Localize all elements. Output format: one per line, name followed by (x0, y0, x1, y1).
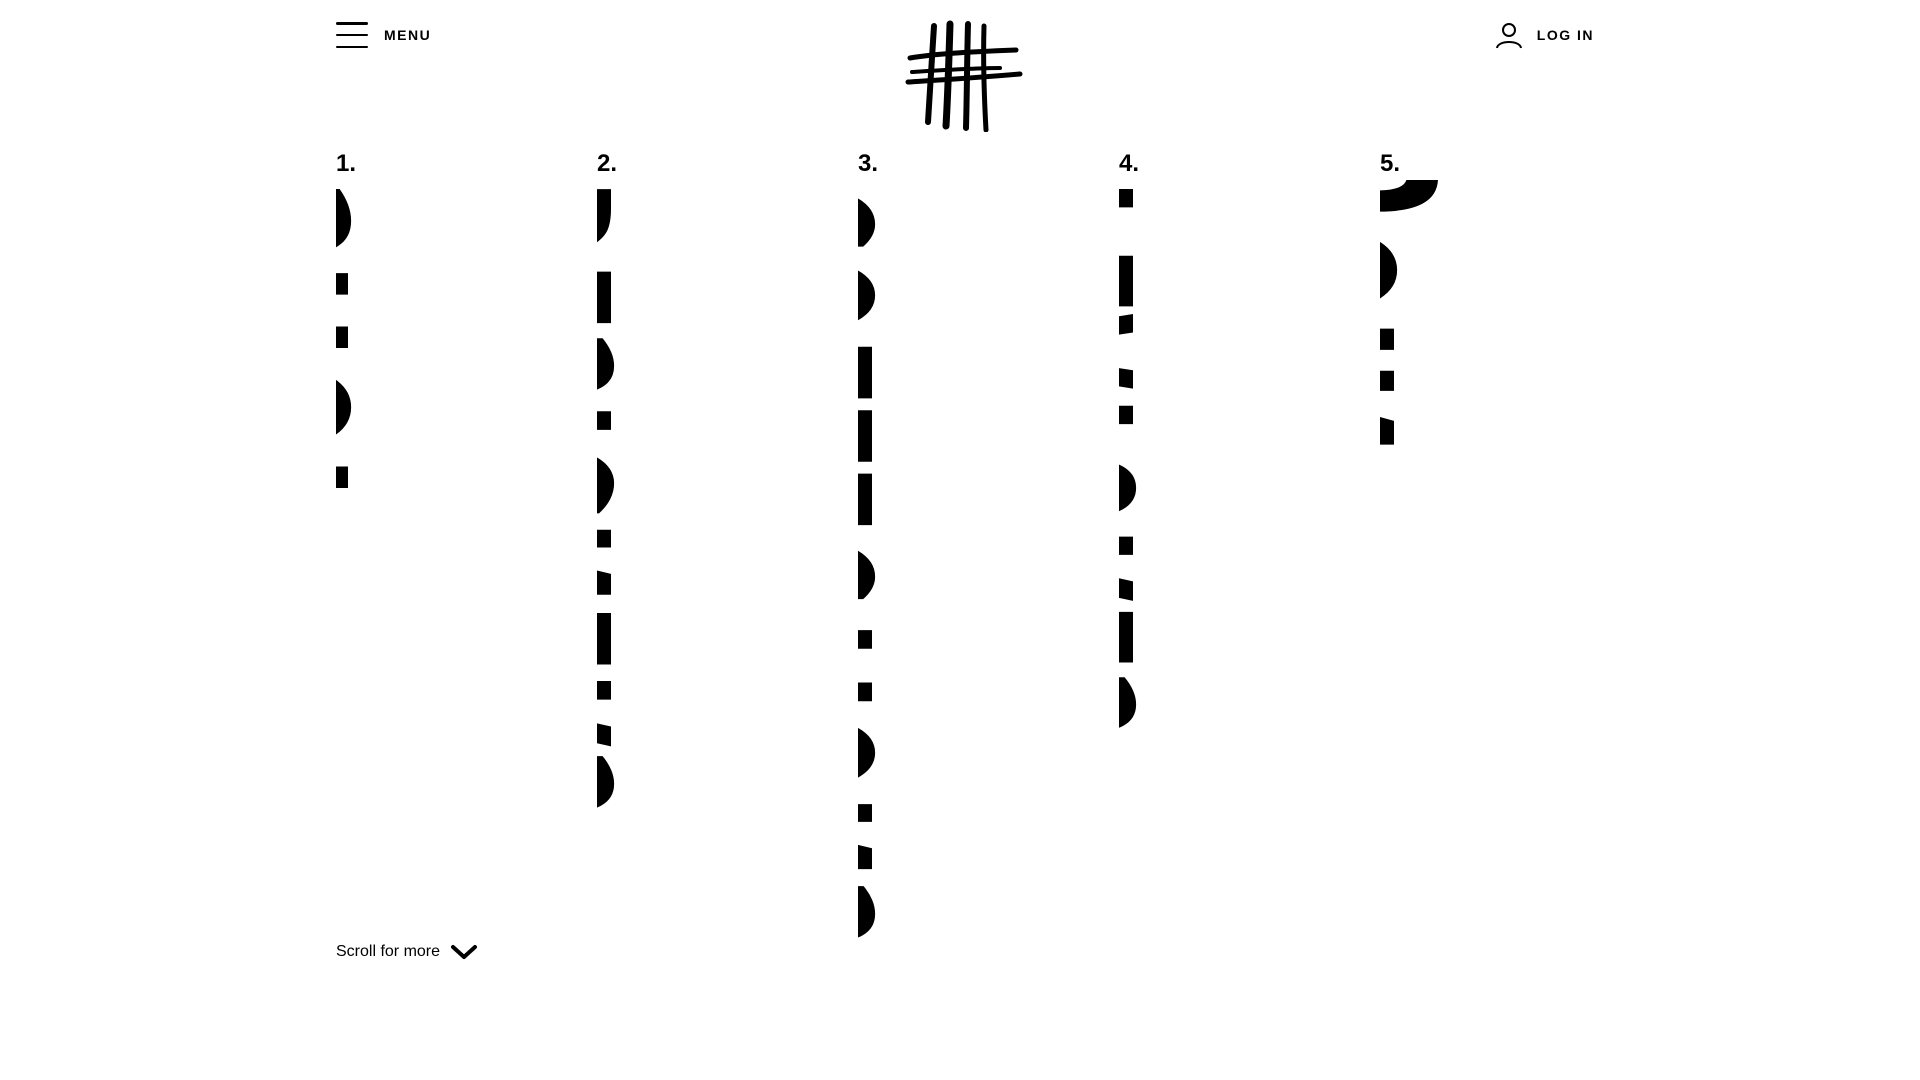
menu-button[interactable]: MENU (336, 20, 431, 50)
nav-label: SHOP (336, 180, 400, 540)
page: MENU LOG IN 1. SHOP 2. 3. 4. 5. JOIN Scr… (0, 0, 1920, 1080)
login-button[interactable]: LOG IN (1495, 20, 1594, 50)
nav-number: 5. (1380, 150, 1401, 177)
scroll-label[interactable]: Scroll for more (336, 943, 440, 961)
nav-label: JOIN (1380, 180, 1446, 455)
user-icon[interactable] (1495, 21, 1523, 49)
nav-item-join[interactable]: 5. JOIN (1190, 150, 1620, 460)
menu-label[interactable]: MENU (384, 27, 431, 43)
hamburger-icon[interactable] (336, 22, 368, 48)
scroll-for-more[interactable]: Scroll for more (336, 942, 478, 962)
nav-item-designers[interactable]: 2. DESIGNERS (407, 150, 837, 825)
nav-number: 4. (1119, 150, 1140, 177)
nav-word-collections: COLLECTIONS (668, 180, 924, 950)
nav-word-designers: DESIGNERS (407, 180, 663, 820)
nav-number: 2. (597, 150, 618, 177)
nav-number: 1. (336, 150, 357, 177)
nav-label: DESIGNERS (597, 180, 663, 820)
nav-item-features[interactable]: 4. FEATURES (929, 150, 1359, 745)
nav-word-features: FEATURES (929, 180, 1185, 740)
nav-word-shop: SHOP (144, 180, 400, 540)
site-logo[interactable] (904, 18, 1024, 133)
nav-item-shop[interactable]: 1. SHOP (144, 150, 576, 545)
nav-label: FEATURES (1119, 180, 1185, 740)
nav-label: COLLECTIONS (858, 180, 924, 950)
hash-logo-icon (905, 20, 1023, 133)
nav-number: 3. (858, 150, 879, 177)
nav-word-join: JOIN (1190, 173, 1446, 455)
chevron-down-icon[interactable] (450, 942, 478, 962)
login-label[interactable]: LOG IN (1537, 27, 1594, 43)
nav-item-collections[interactable]: 3. COLLECTIONS (668, 150, 1098, 955)
